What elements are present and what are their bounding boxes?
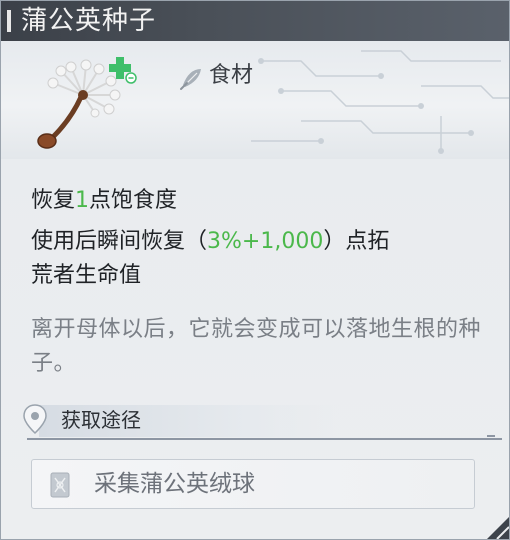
effect-heal-continued: 荒者生命值 <box>31 263 142 288</box>
item-description: 离开母体以后，它就会变成可以落地生根的种子。 <box>31 317 482 376</box>
title-bar: 蒲公英种子 <box>1 1 509 41</box>
corner-decoration <box>487 517 509 539</box>
food-leaf-icon <box>180 69 201 90</box>
effect-heal: 使用后瞬间恢复（3%+1,000）点拓 <box>31 225 491 259</box>
item-tooltip-card: 蒲公英种子 食材 恢复1点饱食度 使用后瞬间恢复（3%+1,000）点拓 荒者生… <box>0 0 510 540</box>
effect-heal-prefix: 使用后瞬间恢复（ <box>31 229 208 254</box>
effect-satiety-prefix: 恢复 <box>31 188 76 213</box>
source-divider <box>27 438 502 440</box>
source-divider-tick <box>487 435 495 437</box>
item-name: 蒲公英种子 <box>21 6 157 36</box>
title-accent-bar <box>7 10 11 32</box>
plus-heal-icon <box>109 57 137 84</box>
location-pin-icon <box>23 404 47 435</box>
effect-satiety-value: 1 <box>75 188 90 213</box>
effect-heal-value: 3%+1,000 <box>207 229 324 254</box>
gather-card-icon <box>50 472 70 498</box>
gather-dandelion-source-button[interactable]: 采集蒲公英绒球 <box>31 459 475 509</box>
source-title: 获取途径 <box>61 408 141 432</box>
effect-heal-suffix: ）点拓 <box>323 229 390 254</box>
item-category: 食材 <box>209 63 254 88</box>
effect-satiety: 恢复1点饱食度 <box>31 185 177 217</box>
effect-satiety-suffix: 点饱食度 <box>89 188 178 213</box>
gather-dandelion-label: 采集蒲公英绒球 <box>94 471 255 497</box>
